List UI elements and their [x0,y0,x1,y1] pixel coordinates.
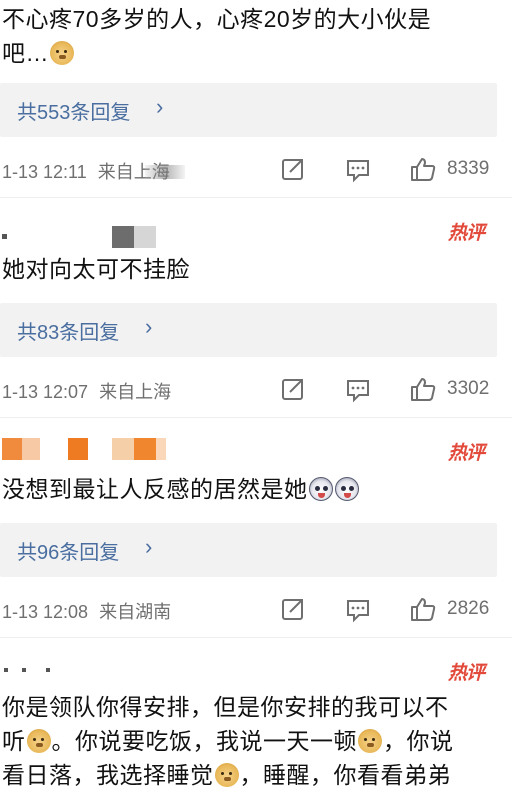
comment-text: 不心疼70多岁的人，心疼20岁的大小伙是 吧… [2,6,432,66]
comment-text: 没想到最让人反感的居然是她 [2,472,507,506]
replies-count: 共553条回复 [17,102,131,124]
doge-emoji-icon [358,729,382,753]
doge-emoji-icon [214,763,239,787]
comment-icon[interactable] [344,155,372,183]
comment-icon[interactable] [344,595,372,623]
like-count: 3302 [447,378,490,399]
doge-emoji-icon [50,41,74,65]
doge-emoji-icon [26,729,51,753]
husky-emoji-icon [308,477,333,501]
replies-count: 共83条回复 [17,322,120,344]
replies-count: 共96条回复 [17,542,120,564]
blurred-username [0,438,170,460]
hot-comment-badge: 热评 [448,443,485,464]
divider [0,637,512,638]
share-icon[interactable] [279,595,307,623]
comment-text: 你是领队你得安排，但是你安排的我可以不 听。你说要吃饭，我说一天一顿 ，你说 看日… [2,694,454,788]
comment-actions: 3302 [0,375,512,405]
thumbs-up-icon[interactable] [409,155,437,183]
like-count: 2826 [447,598,490,619]
chevron-right-icon: › [145,534,153,559]
divider [0,197,512,198]
husky-emoji-icon [334,477,359,501]
like-count: 8339 [447,158,490,179]
divider [0,417,512,418]
comment-actions: 2826 [0,595,512,625]
hot-comment-badge: 热评 [448,223,485,244]
comment-actions: 8339 [0,155,512,185]
blurred-username [0,226,160,248]
hot-comment-badge: 热评 [448,663,485,684]
replies-button[interactable]: 共96条回复 › [0,523,497,577]
thumbs-up-icon[interactable] [409,375,437,403]
chevron-right-icon: › [156,94,164,119]
comment-text: 她对向太可不挂脸 [2,256,190,282]
replies-button[interactable]: 共553条回复 › [0,83,497,137]
chevron-right-icon: › [145,314,153,339]
comment-icon[interactable] [344,375,372,403]
share-icon[interactable] [279,155,307,183]
blurred-username [0,662,80,684]
replies-button[interactable]: 共83条回复 › [0,303,497,357]
thumbs-up-icon[interactable] [409,595,437,623]
share-icon[interactable] [279,375,307,403]
